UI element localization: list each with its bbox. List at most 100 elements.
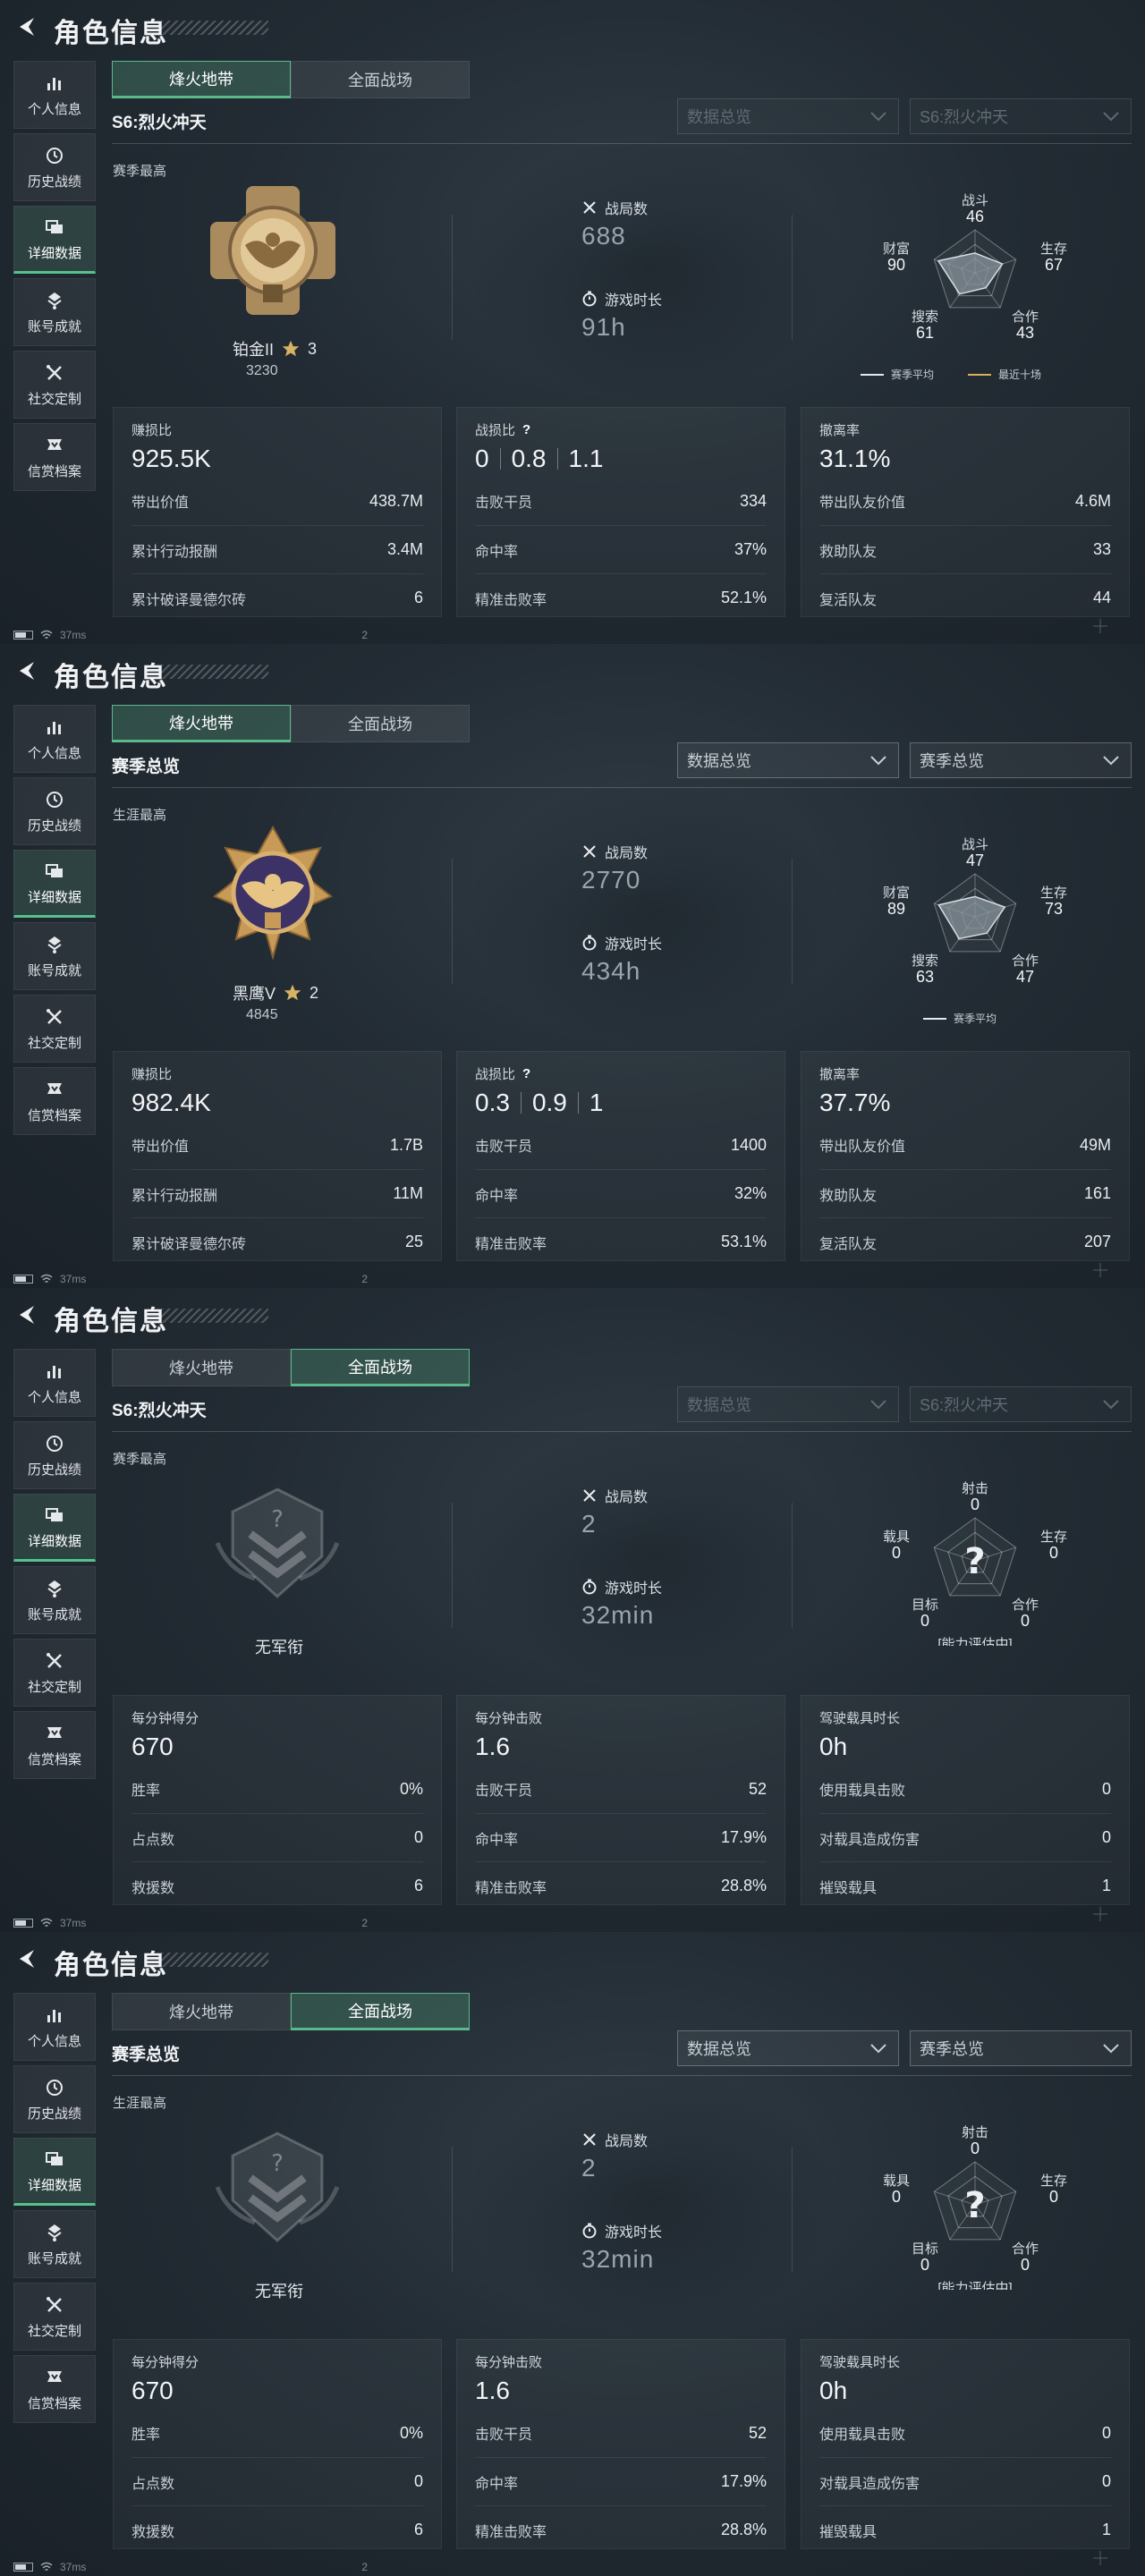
tab-all-out-war[interactable]: 全面战场 — [291, 1993, 470, 2030]
stat-row-value: 0% — [399, 1779, 423, 1798]
ability-radar-chart: 战斗 46 生存 67 合作 43 搜索 61 财富 90 — [868, 165, 1082, 358]
radar-axis-value: 47 — [1016, 968, 1034, 986]
sidebar-item-reward-archive[interactable]: 信赏档案 — [13, 2355, 96, 2423]
sidebar-item-label: 社交定制 — [27, 1035, 81, 1051]
help-icon[interactable]: ? — [522, 422, 530, 437]
sidebar-item-personal-info[interactable]: 个人信息 — [13, 1349, 96, 1417]
stat-row-label: 命中率 — [475, 544, 519, 560]
sidebar-item-match-history[interactable]: 历史战绩 — [13, 1421, 96, 1489]
value-separator — [520, 1092, 522, 1114]
data-type-dropdown[interactable]: 数据总览 — [677, 2030, 899, 2066]
sidebar-item-reward-archive[interactable]: 信赏档案 — [13, 1711, 96, 1779]
stat-row-value: 1 — [1101, 2521, 1111, 2538]
sidebar-item-detailed-data[interactable]: 详细数据 — [13, 206, 96, 274]
stat-row-value: 0 — [413, 1828, 423, 1846]
card-title: 每分钟得分 — [131, 1711, 199, 1726]
sidebar-item-achievements[interactable]: 账号成就 — [13, 2210, 96, 2278]
card-main-value: 0h — [819, 1731, 1111, 1763]
stat-row-label: 胜率 — [131, 2428, 161, 2443]
card-main-value: 0.3 0.9 1 — [475, 1087, 767, 1119]
dropdown-value: 数据总览 — [687, 108, 751, 126]
card-title-row: 撤离率 — [819, 420, 1111, 439]
back-arrow-icon[interactable] — [14, 1946, 39, 1971]
card-title-row: 赚损比 — [131, 420, 423, 439]
stat-row-value: 334 — [739, 491, 767, 510]
stat-row-label: 累计行动报酬 — [131, 1188, 218, 1204]
sidebar-item-match-history[interactable]: 历史战绩 — [13, 2065, 96, 2133]
card-main-value-part: 982.4K — [131, 1089, 211, 1116]
back-arrow-icon[interactable] — [14, 658, 39, 683]
sidebar-item-achievements[interactable]: 账号成就 — [13, 278, 96, 346]
sidebar-item-social-custom[interactable]: 社交定制 — [13, 351, 96, 419]
sidebar-item-social-custom[interactable]: 社交定制 — [13, 995, 96, 1063]
stat-row-label: 对载具造成伤害 — [819, 1832, 920, 1848]
stat-row: 带出价值 438.7M — [131, 477, 423, 525]
card-title-row: 每分钟得分 — [131, 2352, 423, 2371]
sidebar-item-match-history[interactable]: 历史战绩 — [13, 777, 96, 845]
sidebar-item-social-custom[interactable]: 社交定制 — [13, 2283, 96, 2351]
radar-axis-value: 67 — [1045, 256, 1063, 274]
data-type-dropdown[interactable]: 数据总览 — [677, 1386, 899, 1422]
stat-row: 复活队友 44 — [819, 573, 1111, 622]
help-icon[interactable]: ? — [522, 1066, 530, 1081]
tab-hazard-zone[interactable]: 烽火地带 — [112, 705, 291, 742]
tab-hazard-zone[interactable]: 烽火地带 — [112, 61, 291, 98]
back-arrow-icon[interactable] — [14, 1302, 39, 1327]
radar-axis-value: 0 — [1049, 2188, 1058, 2206]
card-main-value-part: 925.5K — [131, 445, 211, 472]
radar-unknown-mark: ? — [964, 2185, 985, 2226]
tab-hazard-zone[interactable]: 烽火地带 — [112, 1349, 291, 1386]
sidebar-item-detailed-data[interactable]: 详细数据 — [13, 1494, 96, 1562]
season-dropdown[interactable]: 赛季总览 — [910, 742, 1132, 778]
stat-row-value: 6 — [413, 1877, 423, 1894]
season-dropdown[interactable]: 赛季总览 — [910, 2030, 1132, 2066]
stat-row-label: 摧毁载具 — [819, 1880, 878, 1896]
radar-axis-label: 财富 — [883, 885, 910, 901]
rank-stars: 2 — [310, 983, 319, 1002]
divider — [452, 1503, 453, 1628]
stat-row-value: 0 — [1101, 2423, 1111, 2442]
sidebar-item-achievements[interactable]: 账号成就 — [13, 1566, 96, 1634]
matches-value: 2 — [581, 1510, 597, 1538]
stat-row: 胜率 0% — [131, 2409, 423, 2457]
data-type-dropdown[interactable]: 数据总览 — [677, 742, 899, 778]
card-main-value: 670 — [131, 2375, 423, 2407]
sidebar-item-detailed-data[interactable]: 详细数据 — [13, 850, 96, 918]
card-main-value: 37.7% — [819, 1087, 1111, 1119]
tab-all-out-war[interactable]: 全面战场 — [291, 61, 470, 98]
sidebar-item-social-custom[interactable]: 社交定制 — [13, 1639, 96, 1707]
sidebar-item-label: 历史战绩 — [27, 2106, 81, 2122]
wifi-icon — [40, 2562, 53, 2572]
back-arrow-icon[interactable] — [14, 14, 39, 39]
data-type-dropdown[interactable]: 数据总览 — [677, 98, 899, 134]
sidebar-item-reward-archive[interactable]: 信赏档案 — [13, 1067, 96, 1135]
sidebar-item-personal-info[interactable]: 个人信息 — [13, 61, 96, 129]
stat-row-label: 使用载具击败 — [819, 1784, 906, 1799]
title-decoration — [161, 1953, 268, 1967]
tab-all-out-war[interactable]: 全面战场 — [291, 1349, 470, 1386]
stat-row-label: 救助队友 — [819, 1188, 878, 1204]
sidebar-item-personal-info[interactable]: 个人信息 — [13, 1993, 96, 2061]
season-dropdown[interactable]: S6:烈火冲天 — [910, 1386, 1132, 1422]
stat-row-label: 击败干员 — [475, 1140, 533, 1155]
season-dropdown[interactable]: S6:烈火冲天 — [910, 98, 1132, 134]
stat-card: 每分钟击败 1.6 击败干员 52 命中率 17.9% 精准击败率 28.8% — [456, 2339, 785, 2549]
tab-all-out-war[interactable]: 全面战场 — [291, 705, 470, 742]
top-bar: 角色信息 — [0, 1288, 1145, 1342]
card-title: 驾驶载具时长 — [819, 1711, 901, 1726]
sidebar-item-detailed-data[interactable]: 详细数据 — [13, 2138, 96, 2206]
dropdown-value: 数据总览 — [687, 2040, 751, 2058]
play-time-value: 434h — [581, 957, 641, 985]
tab-hazard-zone[interactable]: 烽火地带 — [112, 1993, 291, 2030]
stat-row-value: 52 — [748, 1779, 767, 1798]
mode-tabs: 烽火地带 全面战场 — [112, 61, 470, 98]
card-title: 每分钟得分 — [131, 2355, 199, 2370]
sidebar-item-personal-info[interactable]: 个人信息 — [13, 705, 96, 773]
sidebar-item-match-history[interactable]: 历史战绩 — [13, 133, 96, 201]
stat-row-value: 6 — [413, 2521, 423, 2538]
card-main-value-part: 0.8 — [511, 445, 547, 472]
card-title: 每分钟击败 — [475, 2355, 543, 2370]
sidebar-item-achievements[interactable]: 账号成就 — [13, 922, 96, 990]
stat-row-value: 37% — [734, 540, 767, 558]
sidebar-item-reward-archive[interactable]: 信赏档案 — [13, 423, 96, 491]
